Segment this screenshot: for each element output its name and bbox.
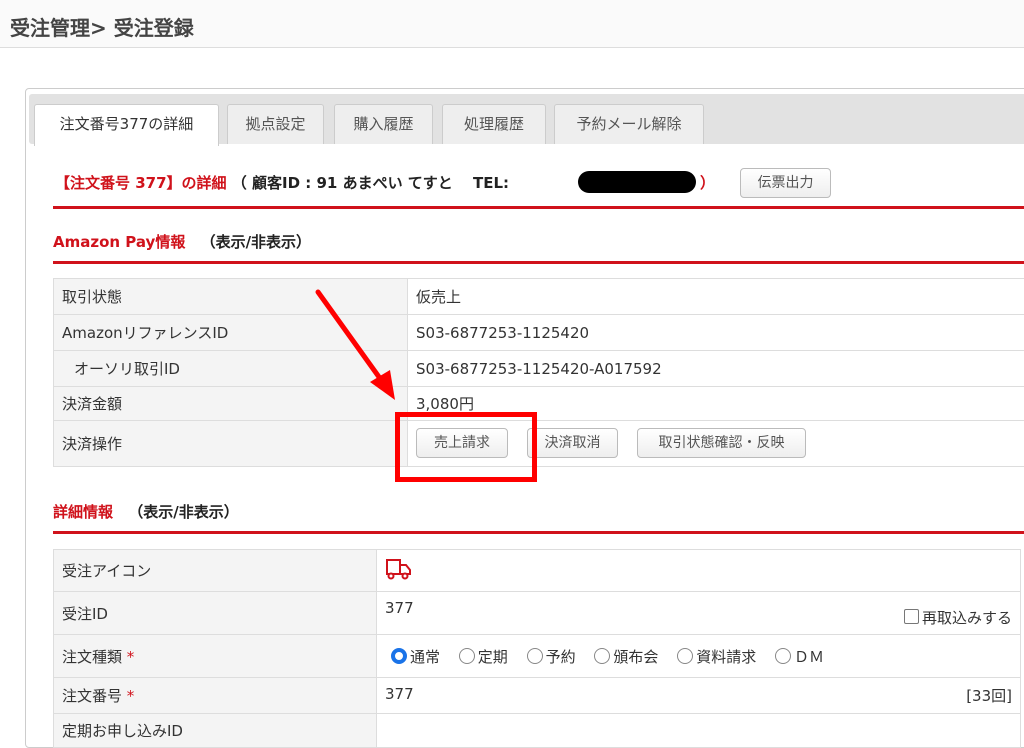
table-row: 注文種類 * 通常 定期 予約 頒布会 資料請求 ＤＭ bbox=[54, 635, 1021, 678]
radio-label: 頒布会 bbox=[613, 648, 658, 666]
radio-dm[interactable]: ＤＭ bbox=[775, 648, 824, 666]
row-label: 注文番号 * bbox=[54, 678, 377, 714]
details-heading: 詳細情報 （表示/非表示） bbox=[53, 501, 239, 522]
radio-label: 予約 bbox=[546, 648, 576, 666]
row-label: 定期お申し込みID bbox=[54, 714, 377, 748]
radio-distribution[interactable]: 頒布会 bbox=[594, 648, 658, 666]
radio-label: 通常 bbox=[410, 648, 440, 666]
customer-info: （ 顧客ID : 91 あまぺい てすと TEL: bbox=[232, 174, 509, 192]
radio-icon[interactable] bbox=[594, 648, 610, 664]
radio-label: 定期 bbox=[478, 648, 508, 666]
row-value: S03-6877253-1125420-A017592 bbox=[408, 351, 1024, 387]
radio-icon[interactable] bbox=[527, 648, 543, 664]
reimport-label: 再取込みする bbox=[922, 609, 1012, 627]
red-arrow-icon bbox=[300, 280, 410, 410]
reimport-checkbox[interactable]: 再取込みする bbox=[904, 607, 1012, 628]
row-label: 決済操作 bbox=[54, 421, 408, 467]
radio-subscription[interactable]: 定期 bbox=[459, 648, 508, 666]
radio-brochure[interactable]: 資料請求 bbox=[677, 648, 756, 666]
radio-regular[interactable]: 通常 bbox=[391, 648, 440, 666]
table-row: 定期お申し込みID bbox=[54, 714, 1021, 748]
table-row: 受注ID 377 再取込みする bbox=[54, 592, 1021, 635]
radio-icon[interactable] bbox=[775, 648, 791, 664]
order-no-value: 377 bbox=[385, 685, 414, 703]
details-title: 詳細情報 bbox=[53, 503, 113, 521]
radio-icon[interactable] bbox=[677, 648, 693, 664]
page-title: 受注管理> 受注登録 bbox=[10, 12, 194, 41]
sync-status-button[interactable]: 取引状態確認・反映 bbox=[637, 428, 806, 458]
table-row: オーソリ取引IDS03-6877253-1125420-A017592 bbox=[54, 351, 1024, 387]
row-value: 仮売上 bbox=[408, 279, 1024, 315]
table-row: 受注アイコン bbox=[54, 550, 1021, 592]
order-heading: 【注文番号 377】の詳細 （ 顧客ID : 91 あまぺい てすと TEL: bbox=[55, 172, 509, 193]
tab-reservation-mail[interactable]: 予約メール解除 bbox=[554, 104, 704, 144]
amazon-pay-toggle[interactable]: （表示/非表示） bbox=[201, 233, 311, 251]
order-no-label: 注文番号 bbox=[62, 687, 122, 705]
radio-label: 資料請求 bbox=[696, 648, 756, 666]
required-mark: * bbox=[127, 687, 135, 705]
tab-bar: 注文番号377の詳細 拠点設定 購入履歴 処理履歴 予約メール解除 bbox=[29, 94, 1024, 144]
order-id-value: 377 bbox=[385, 599, 414, 617]
amazon-pay-heading: Amazon Pay情報 （表示/非表示） bbox=[53, 231, 311, 252]
radio-icon[interactable] bbox=[391, 648, 407, 664]
row-value: S03-6877253-1125420 bbox=[408, 315, 1024, 351]
divider bbox=[53, 261, 1024, 264]
delivery-truck-icon bbox=[385, 557, 413, 581]
row-label: 受注アイコン bbox=[54, 550, 377, 592]
checkbox-icon[interactable] bbox=[904, 609, 919, 624]
tab-location[interactable]: 拠点設定 bbox=[227, 104, 324, 144]
order-title: 【注文番号 377】の詳細 bbox=[55, 174, 227, 192]
radio-reservation[interactable]: 予約 bbox=[527, 648, 576, 666]
tab-purchase-history[interactable]: 購入履歴 bbox=[334, 104, 433, 144]
table-row: 注文番号 * 377 [33回] bbox=[54, 678, 1021, 714]
divider bbox=[53, 206, 1024, 209]
table-row: 決済金額3,080円 bbox=[54, 387, 1024, 421]
redacted-phone bbox=[578, 171, 696, 193]
type-label: 注文種類 bbox=[62, 648, 122, 666]
table-row: 取引状態仮売上 bbox=[54, 279, 1024, 315]
cancel-payment-button[interactable]: 決済取消 bbox=[527, 428, 618, 458]
radio-label: ＤＭ bbox=[794, 648, 824, 666]
highlight-box bbox=[395, 412, 537, 482]
divider bbox=[53, 531, 1024, 534]
table-row: AmazonリファレンスIDS03-6877253-1125420 bbox=[54, 315, 1024, 351]
details-table: 受注アイコン 受注ID 377 再取込みする 注文種類 * 通常 定期 予約 頒… bbox=[53, 549, 1021, 748]
details-toggle[interactable]: （表示/非表示） bbox=[128, 503, 238, 521]
row-label: 受注ID bbox=[54, 592, 377, 635]
tab-process-history[interactable]: 処理履歴 bbox=[442, 104, 546, 144]
order-count: [33回] bbox=[966, 685, 1012, 706]
row-label: 注文種類 * bbox=[54, 635, 377, 678]
slip-output-button[interactable]: 伝票出力 bbox=[740, 168, 831, 198]
page-header: 受注管理> 受注登録 bbox=[0, 0, 1024, 48]
amazon-pay-title: Amazon Pay情報 bbox=[53, 233, 185, 251]
required-mark: * bbox=[127, 648, 135, 666]
tab-order-detail[interactable]: 注文番号377の詳細 bbox=[34, 104, 219, 146]
radio-icon[interactable] bbox=[459, 648, 475, 664]
heading-close-paren: ） bbox=[700, 172, 715, 193]
